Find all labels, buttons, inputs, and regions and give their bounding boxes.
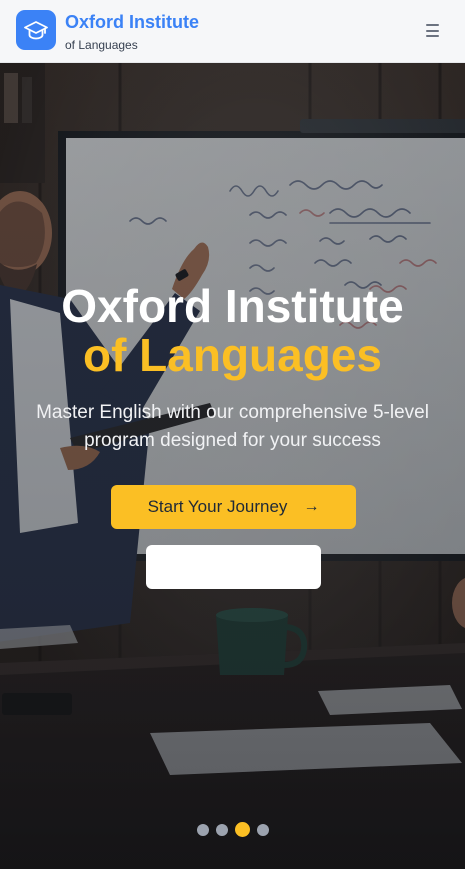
carousel-dot-1[interactable] bbox=[196, 823, 209, 836]
brand-subtitle: of Languages bbox=[65, 38, 138, 52]
hero-section: Oxford Institute of Languages Master Eng… bbox=[0, 63, 465, 869]
hero-description: Master English with our comprehensive 5-… bbox=[36, 402, 429, 451]
carousel-dot-2[interactable] bbox=[215, 823, 228, 836]
logo[interactable] bbox=[16, 10, 56, 50]
arrow-right-icon: → bbox=[303, 498, 320, 515]
brand-title[interactable]: Oxford Institute bbox=[65, 12, 199, 33]
start-journey-label: Start Your Journey bbox=[147, 497, 288, 516]
carousel-dot-4[interactable] bbox=[256, 823, 269, 836]
hero-title-highlight: of Languages bbox=[82, 329, 383, 381]
carousel-dot-3[interactable] bbox=[234, 822, 250, 837]
secondary-button[interactable] bbox=[146, 545, 321, 589]
start-journey-button[interactable]: Start Your Journey → bbox=[111, 485, 356, 529]
hero-title: Oxford Institute bbox=[61, 280, 404, 332]
site-header: Oxford Institute of Languages bbox=[0, 0, 465, 63]
hamburger-menu-icon[interactable] bbox=[426, 24, 439, 37]
carousel-indicators bbox=[0, 822, 465, 837]
hero-overlay bbox=[0, 63, 465, 869]
graduation-cap-icon bbox=[24, 21, 48, 40]
